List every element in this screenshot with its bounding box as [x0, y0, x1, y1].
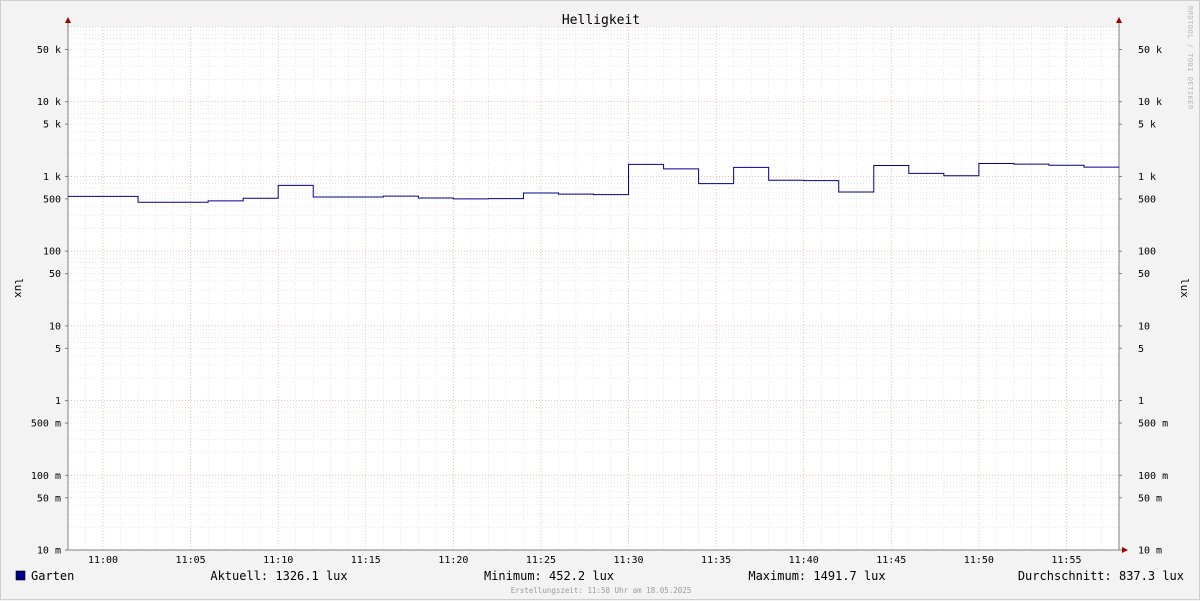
y-tick-label-left: 50 k [37, 45, 61, 56]
x-tick-label: 11:30 [613, 555, 643, 566]
y-tick-label-right: 10 k [1138, 97, 1162, 108]
y-tick-label-right: 5 k [1138, 120, 1156, 131]
y-axis-arrow-right [1116, 17, 1122, 23]
y-axis-arrow-left [65, 17, 71, 23]
y-tick-label-right: 100 [1138, 247, 1156, 258]
x-tick-label: 11:50 [964, 555, 994, 566]
y-tick-label-right: 5 [1138, 344, 1144, 355]
y-tick-label-left: 10 m [37, 546, 61, 557]
y-tick-label-left: 50 m [37, 493, 61, 504]
x-tick-label: 11:20 [438, 555, 468, 566]
y-axis-label-right: lux [1178, 278, 1191, 298]
legend-average: Durchschnitt: 837.3 lux [1018, 569, 1184, 583]
legend-maximum: Maximum: 1491.7 lux [748, 569, 885, 583]
watermark: RRDTOOL / TOBI OETIKER [1186, 6, 1194, 110]
minor-grid [67, 27, 1120, 551]
x-tick-labels: 11:00 11:05 11:10 11:15 11:20 11:25 11:30 11:35… [88, 555, 1082, 566]
y-tick-labels-right: 50 k 10 k 5 k 1 k 500 100 50 10 5 1 500 m 100 m 50 m… [1138, 45, 1168, 557]
x-axis-arrow [1122, 547, 1128, 553]
legend-series-name: Garten [31, 569, 74, 583]
y-axis-label-left: lux [12, 278, 25, 298]
y-tick-label-left: 1 [55, 396, 61, 407]
x-tick-label: 11:45 [876, 555, 906, 566]
x-tick-label: 11:00 [88, 555, 118, 566]
y-tick-label-right: 500 [1138, 194, 1156, 205]
y-tick-label-left: 500 m [31, 419, 61, 430]
x-tick-label: 11:15 [351, 555, 381, 566]
y-tick-label-left: 10 k [37, 97, 61, 108]
x-tick-label: 11:05 [176, 555, 206, 566]
y-tick-label-right: 50 [1138, 269, 1150, 280]
legend-minimum: Minimum: 452.2 lux [484, 569, 614, 583]
y-tick-labels-left: 50 k 10 k 5 k 1 k 500 100 50 10 5 1 500 m 100 m 50 m… [31, 45, 61, 557]
y-tick-label-left: 1 k [43, 172, 61, 183]
y-tick-label-left: 50 [49, 269, 61, 280]
chart-frame: 50 k 10 k 5 k 1 k 500 100 50 10 5 1 500 m 100 m 50 m… [0, 0, 1200, 600]
y-tick-label-right: 500 m [1138, 419, 1168, 430]
y-tick-label-right: 50 k [1138, 45, 1162, 56]
y-tick-label-right: 50 m [1138, 493, 1162, 504]
x-tick-label: 11:40 [789, 555, 819, 566]
y-tick-label-right: 100 m [1138, 471, 1168, 482]
x-tick-label: 11:10 [263, 555, 293, 566]
y-tick-label-left: 500 [43, 194, 61, 205]
y-tick-label-right: 10 m [1138, 546, 1162, 557]
legend-current: Aktuell: 1326.1 lux [210, 569, 347, 583]
y-tick-label-left: 5 k [43, 120, 61, 131]
y-tick-label-left: 100 m [31, 471, 61, 482]
x-tick-label: 11:35 [701, 555, 731, 566]
x-tick-label: 11:25 [526, 555, 556, 566]
y-tick-label-right: 1 [1138, 396, 1144, 407]
chart-svg: 50 k 10 k 5 k 1 k 500 100 50 10 5 1 500 m 100 m 50 m… [12, 6, 1194, 595]
y-tick-label-right: 1 k [1138, 172, 1156, 183]
legend-swatch [15, 570, 26, 581]
x-tick-label: 11:55 [1051, 555, 1081, 566]
footer-timestamp: Erstellungszeit: 11:58 Uhr am 18.05.2025 [511, 586, 692, 595]
y-tick-label-left: 5 [55, 344, 61, 355]
y-tick-label-left: 100 [43, 247, 61, 258]
chart-title: Helligkeit [562, 13, 640, 28]
y-tick-label-right: 10 [1138, 321, 1150, 332]
y-tick-label-left: 10 [49, 321, 61, 332]
